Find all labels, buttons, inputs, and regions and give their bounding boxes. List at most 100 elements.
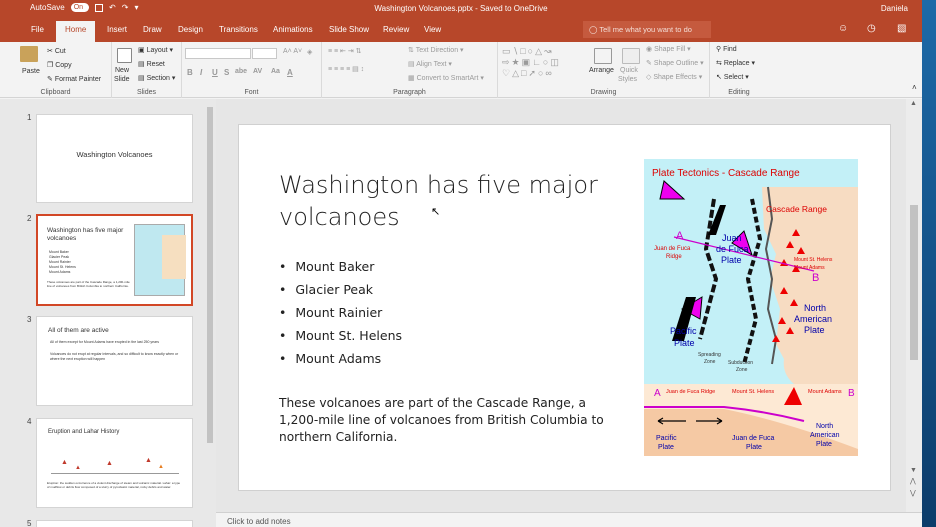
clear-format-icon[interactable]: ◈ [307, 48, 312, 56]
select-button[interactable]: ↖ Select ▾ [716, 73, 749, 81]
brush-icon: ✎ [47, 76, 55, 83]
shapes-gallery[interactable]: ▭∖□○△↝ ⇨★▣∟○◫ ♡△□➚○∞ [502, 46, 561, 79]
user-name[interactable]: Daniela [881, 4, 908, 13]
quick-styles-icon[interactable] [622, 48, 640, 64]
copy-button[interactable]: ❐ Copy [47, 61, 72, 69]
ribbon-tabs: File Home Insert Draw Design Transitions… [0, 18, 922, 42]
thumbnail-scrollbar[interactable] [204, 99, 216, 527]
mouse-cursor-icon: ↖ [431, 206, 441, 218]
paste-button[interactable]: Paste [22, 68, 40, 75]
spreading-zone-label: Spreading [698, 352, 721, 358]
slide-title[interactable]: Washington has five major volcanoes [279, 169, 619, 233]
thumbnail-scrollbar-thumb[interactable] [207, 107, 213, 443]
align-text-button[interactable]: ▤ Align Text ▾ [408, 60, 452, 68]
grow-font-icon[interactable]: A˄ A˅ [283, 48, 302, 55]
thumbnail-line: Volcanoes do not erupt at regular interv… [50, 352, 179, 361]
bullets-numbering-icons[interactable]: ≡ ≡ ⇤ ⇥ ⇅ [328, 47, 362, 55]
scissors-icon: ✂ [47, 48, 55, 55]
collapse-ribbon-icon[interactable]: ˄ [912, 83, 917, 92]
font-color-button[interactable]: A [287, 68, 293, 77]
tab-slide-show[interactable]: Slide Show [329, 25, 369, 34]
drawing-label: Drawing [590, 89, 617, 96]
slide-scrollbar[interactable]: ▲ ▼ ⋀ ⋁ [906, 99, 922, 512]
slide-thumbnail-1[interactable]: Washington Volcanoes [36, 114, 193, 203]
scroll-up-icon[interactable]: ▲ [910, 100, 917, 107]
slide-scrollbar-thumb[interactable] [910, 205, 918, 360]
arrange-button[interactable]: Arrange [589, 67, 614, 74]
tab-home[interactable]: Home [56, 21, 96, 42]
xs-adams-label: Mount Adams [808, 389, 842, 395]
thumbnail-line: Mount Adams [49, 270, 71, 274]
shape-outline-button[interactable]: ✎ Shape Outline ▾ [646, 59, 704, 67]
new-slide-label-1[interactable]: New [115, 67, 129, 74]
text-direction-button[interactable]: ⇅ Text Direction ▾ [408, 46, 464, 54]
previous-slide-icon[interactable]: ⋀ [910, 477, 916, 485]
slide-thumbnail-3[interactable]: All of them are active All of them excep… [36, 316, 193, 406]
slide-thumbnail-2[interactable]: Washington has five major volcanoes Moun… [36, 214, 193, 306]
spreading-zone-label: Zone [704, 359, 716, 365]
point-b-label: B [812, 272, 819, 284]
font-size-input[interactable] [252, 48, 277, 59]
font-family-input[interactable] [185, 48, 251, 59]
shadow-button[interactable]: abe [235, 68, 247, 75]
reset-button[interactable]: ▤ Reset [138, 60, 165, 68]
tab-draw[interactable]: Draw [143, 25, 162, 34]
history-icon[interactable]: ◷ [867, 23, 876, 34]
section-icon: ▤ [138, 75, 147, 82]
new-slide-label-2[interactable]: Slide [114, 76, 130, 83]
underline-button[interactable]: U [212, 68, 218, 77]
bullet-item: Mount Adams [279, 347, 402, 370]
thumbnail-line: Glacier Peak [49, 255, 70, 259]
arrange-icon[interactable] [594, 48, 612, 64]
find-button[interactable]: ⚲ Find [716, 45, 737, 53]
tab-transitions[interactable]: Transitions [219, 25, 258, 34]
strikethrough-button[interactable]: S [224, 68, 229, 77]
alignment-icons[interactable]: ≡ ≡ ≡ ≡ ▤ ↕ [328, 65, 364, 73]
font-group: A˄ A˅ ◈ B I U S abe AV Aa A Font [182, 42, 322, 98]
na-plate-label: American [794, 314, 832, 324]
tab-insert[interactable]: Insert [107, 25, 127, 34]
character-spacing-button[interactable]: AV [253, 68, 262, 75]
thumbnail-map [134, 224, 186, 296]
tab-view[interactable]: View [424, 25, 441, 34]
clipboard-group: Paste ✂ Cut ❐ Copy ✎ Format Painter Clip… [0, 42, 112, 98]
plate-tectonics-map[interactable]: Plate Tectonics - Cascade Range Cascade … [644, 159, 858, 456]
share-icon[interactable]: ▧ [897, 23, 906, 34]
slides-group: New Slide ▣ Layout ▾ ▤ Reset ▤ Section ▾… [112, 42, 182, 98]
convert-smartart-button[interactable]: ▦ Convert to SmartArt ▾ [408, 74, 484, 82]
paint-bucket-icon: ◉ [646, 46, 655, 53]
tab-animations[interactable]: Animations [273, 25, 313, 34]
quick-styles-label-1[interactable]: Quick [620, 67, 638, 74]
scroll-down-icon[interactable]: ▼ [910, 467, 917, 474]
paste-icon[interactable] [20, 46, 38, 62]
cascade-range-label: Cascade Range [766, 204, 827, 214]
italic-button[interactable]: I [200, 68, 202, 77]
thumbnail-number: 2 [27, 214, 32, 223]
tab-design[interactable]: Design [178, 25, 203, 34]
cut-button[interactable]: ✂ Cut [47, 47, 66, 55]
bold-button[interactable]: B [187, 68, 193, 77]
shape-effects-button[interactable]: ◇ Shape Effects ▾ [646, 73, 702, 81]
slide-thumbnail-4[interactable]: Eruption and Lahar History ▲ ▲ ▲ ▲ ▲ Eru… [36, 418, 193, 508]
format-painter-button[interactable]: ✎ Format Painter [47, 75, 101, 83]
tell-me-search[interactable]: ◯ Tell me what you want to do [583, 21, 711, 38]
thumbnail-title: All of them are active [48, 327, 109, 334]
change-case-button[interactable]: Aa [271, 68, 280, 75]
text-direction-icon: ⇅ [408, 47, 416, 54]
slide-thumbnail-5[interactable] [36, 520, 193, 527]
slide-paragraph[interactable]: These volcanoes are part of the Cascade … [279, 395, 624, 446]
bullet-list[interactable]: Mount Baker Glacier Peak Mount Rainier M… [279, 255, 402, 370]
thumbnail-line: Mount Rainier [49, 260, 71, 264]
section-button[interactable]: ▤ Section ▾ [138, 74, 175, 82]
new-slide-icon[interactable] [117, 48, 132, 63]
layout-button[interactable]: ▣ Layout ▾ [138, 46, 173, 54]
tab-file[interactable]: File [31, 25, 44, 34]
current-slide[interactable]: Washington has five major volcanoes Moun… [238, 124, 891, 491]
tab-review[interactable]: Review [383, 25, 409, 34]
account-icon[interactable]: ☺ [838, 23, 848, 34]
quick-styles-label-2[interactable]: Styles [618, 76, 637, 83]
shape-fill-button[interactable]: ◉ Shape Fill ▾ [646, 45, 691, 53]
replace-button[interactable]: ⇆ Replace ▾ [716, 59, 755, 67]
notes-pane[interactable]: Click to add notes [216, 512, 922, 527]
next-slide-icon[interactable]: ⋁ [910, 489, 916, 497]
